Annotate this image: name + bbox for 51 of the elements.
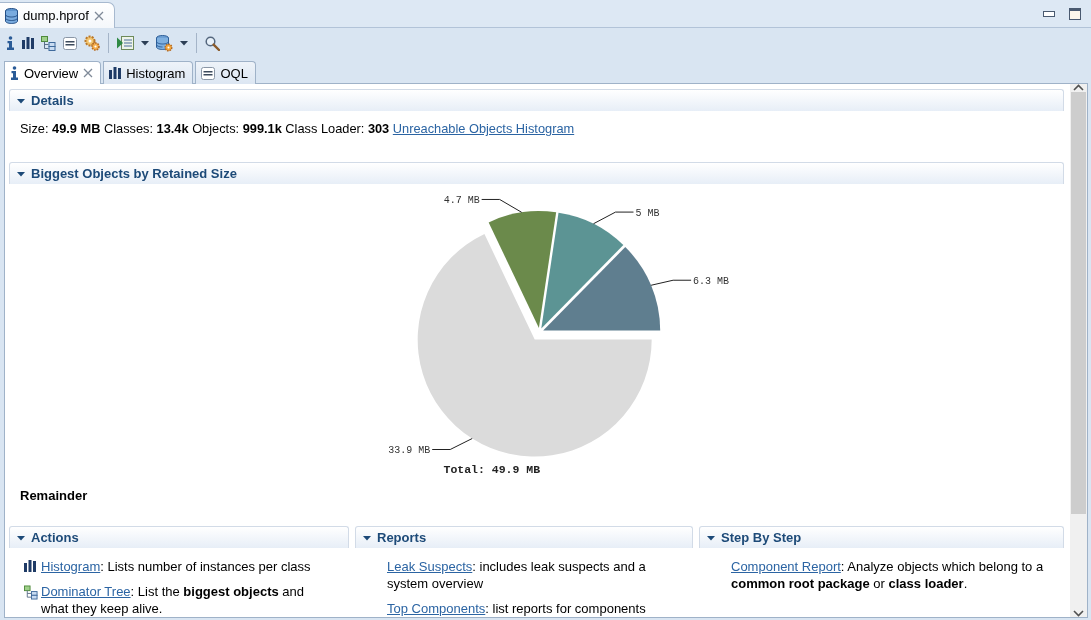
section-header[interactable]: Reports — [355, 526, 693, 548]
info-icon[interactable] — [6, 36, 15, 50]
step-description: Component Report: Analyze objects which belong to a common root package or class loader. — [731, 558, 1045, 592]
gears-icon[interactable] — [84, 35, 100, 51]
section-header[interactable]: Step By Step — [699, 526, 1064, 548]
maximize-icon[interactable] — [1069, 7, 1081, 20]
section-header[interactable]: Details — [9, 89, 1064, 111]
section-header[interactable]: Biggest Objects by Retained Size — [9, 162, 1064, 184]
document-icon — [201, 66, 216, 80]
slice-value-label: 5 MB — [635, 207, 660, 219]
report-description: Leak Suspects: includes leak suspects and a system overview — [387, 558, 647, 592]
view-tab[interactable]: OQL — [195, 61, 256, 84]
chart-total-label: Total: 49.9 MB — [443, 463, 540, 476]
close-icon[interactable] — [93, 10, 104, 21]
close-icon[interactable] — [83, 68, 94, 78]
leader-line — [592, 211, 634, 225]
database-gear-icon[interactable] — [156, 34, 173, 52]
hovered-object-name: Remainder — [20, 488, 88, 503]
tree-icon — [24, 585, 38, 600]
document-icon[interactable] — [63, 36, 77, 50]
database-icon — [5, 7, 18, 24]
slice-value-label: 4.7 MB — [443, 194, 480, 206]
caret-icon[interactable] — [180, 39, 188, 47]
leader-line — [650, 279, 692, 286]
bar-chart-icon — [109, 67, 122, 79]
play-list-icon[interactable] — [117, 35, 134, 51]
view-tab[interactable]: Histogram — [103, 61, 194, 84]
bar-chart-icon — [24, 560, 36, 572]
slice-value-label: 6.3 MB — [692, 275, 729, 287]
leader-line — [480, 198, 522, 213]
action-description: Histogram: Lists number of instances per class — [41, 558, 312, 575]
search-icon[interactable] — [205, 35, 220, 51]
unreachable-histogram-link[interactable]: Unreachable Objects Histogram — [392, 121, 575, 136]
details-summary: Size: 49.9 MB Classes: 13.4k Objects: 999.1k Class Loader: 303 Unreachable Objects Histogram — [20, 120, 576, 137]
section-header[interactable]: Actions — [9, 526, 349, 548]
tree-icon[interactable] — [41, 35, 56, 51]
step-link[interactable]: Component Report — [731, 559, 841, 574]
minimize-icon[interactable] — [1043, 10, 1055, 17]
bar-chart-icon[interactable] — [22, 37, 34, 49]
action-description: Dominator Tree: List the biggest objects and what they keep alive. — [41, 583, 305, 617]
info-icon — [10, 66, 19, 80]
report-description: Top Components: list reports for components — [387, 600, 647, 617]
slice-value-label: 33.9 MB — [387, 445, 430, 456]
view-tab[interactable]: Overview — [4, 61, 102, 84]
chevron-up-icon[interactable] — [1073, 84, 1084, 91]
editor-tab[interactable]: dump.hprof — [0, 2, 115, 28]
caret-icon[interactable] — [141, 39, 149, 47]
action-link[interactable]: Dominator Tree — [41, 584, 131, 599]
leader-line — [431, 438, 473, 450]
scrollbar-thumb[interactable] — [1071, 92, 1086, 514]
chevron-down-icon[interactable] — [1073, 610, 1084, 617]
